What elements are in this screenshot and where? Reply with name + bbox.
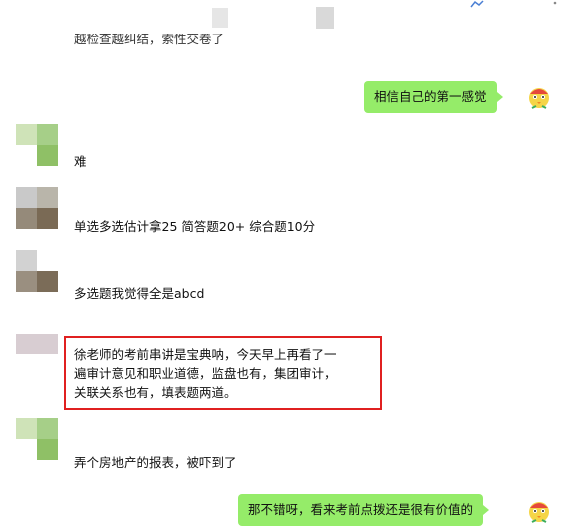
avatar[interactable] (16, 187, 58, 229)
message-text: 多选题我觉得全是abcd (74, 286, 205, 301)
message-text: 徐老师的考前串讲是宝典呐，今天早上再看了一 遍审计意见和职业道德，监盘也有，集团… (74, 345, 337, 402)
blurred-title-part (316, 7, 334, 29)
avatar[interactable] (16, 334, 58, 354)
more-icon[interactable] (548, 0, 562, 8)
message-line: 徐老师的考前串讲是宝典呐，今天早上再看了一 (74, 347, 337, 362)
message-line: 关联关系也有，填表题两道。 (74, 385, 237, 400)
message-bubble-outgoing: 相信自己的第一感觉 (364, 81, 503, 113)
avatar[interactable] (16, 124, 58, 166)
message-text: 弄个房地产的报表，被吓到了 (74, 455, 237, 470)
blurred-title-part (212, 8, 228, 28)
avatar-bird-icon[interactable] (524, 82, 554, 112)
avatar[interactable] (16, 250, 58, 292)
share-icon[interactable] (470, 0, 484, 8)
avatar-bird-icon[interactable] (524, 496, 554, 526)
message-text: 单选多选估计拿25 简答题20+ 综合题10分 (74, 219, 316, 234)
message-text: 越检查越纠结，索性交卷了 (74, 34, 225, 46)
message-text: 难 (74, 154, 87, 169)
message-bubble-outgoing: 那不错呀，看来考前点拨还是很有价值的 (238, 494, 490, 526)
message-line: 遍审计意见和职业道德，监盘也有，集团审计， (74, 366, 337, 381)
avatar[interactable] (16, 418, 58, 460)
top-bar (0, 0, 572, 32)
